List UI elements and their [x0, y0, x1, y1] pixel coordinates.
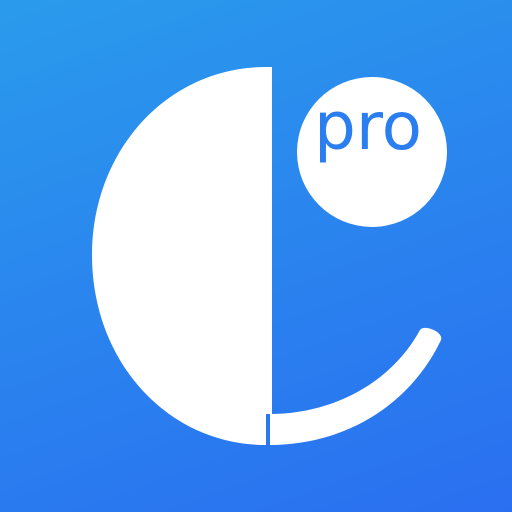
c-letter-logo-icon [92, 67, 442, 445]
pro-badge-label: pro [314, 88, 422, 165]
app-icon: pro [0, 0, 512, 512]
